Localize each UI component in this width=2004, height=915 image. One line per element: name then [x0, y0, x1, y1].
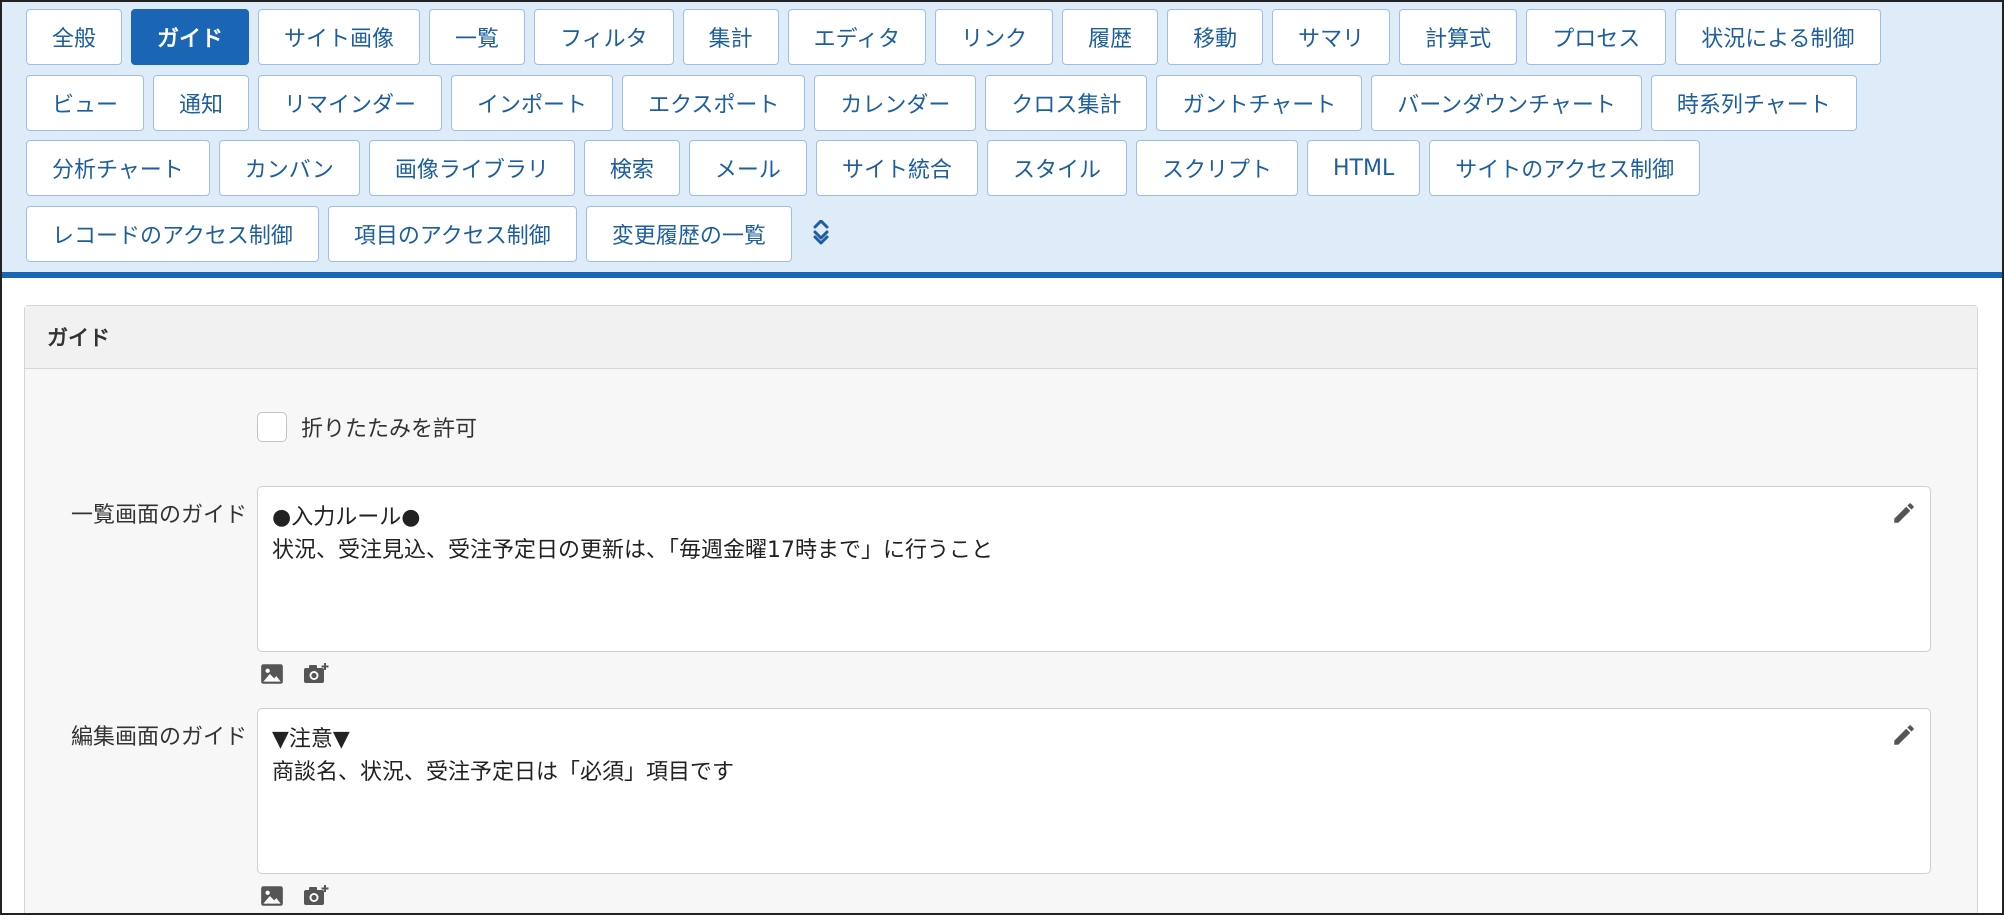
tab-row-1: 全般 ガイド サイト画像 一覧 フィルタ 集計 エディタ リンク 履歴 移動 サ…: [26, 9, 1881, 65]
tab-scripts[interactable]: スクリプト: [1135, 140, 1298, 196]
guide-panel: ガイド 折りたたみを許可 一覧画面のガイド ●入力ルール● 状況、受注見込、受注…: [24, 305, 1978, 913]
tab-status-controls[interactable]: 状況による制御: [1675, 9, 1881, 65]
allow-collapse-label: 折りたたみを許可: [301, 417, 478, 442]
tab-row-2: ビュー 通知 リマインダー インポート エクスポート カレンダー クロス集計 ガ…: [26, 75, 1857, 131]
tab-processes[interactable]: プロセス: [1526, 9, 1667, 65]
tab-html[interactable]: HTML: [1306, 140, 1421, 196]
pencil-icon[interactable]: [1891, 500, 1917, 526]
tab-search[interactable]: 検索: [583, 140, 680, 196]
tab-editor[interactable]: エディタ: [787, 9, 927, 65]
tab-filters[interactable]: フィルタ: [534, 9, 674, 65]
edit-guide-line-2: 商談名、状況、受注予定日は「必須」項目です: [272, 760, 735, 785]
settings-tab-bar: 全般 ガイド サイト画像 一覧 フィルタ 集計 エディタ リンク 履歴 移動 サ…: [2, 2, 2002, 278]
tab-links[interactable]: リンク: [935, 9, 1054, 65]
tab-row-3: 分析チャート カンバン 画像ライブラリ 検索 メール サイト統合 スタイル スク…: [26, 140, 1701, 196]
tab-import[interactable]: インポート: [451, 75, 614, 131]
edit-guide-label: 編集画面のガイド: [70, 725, 247, 750]
index-guide-line-2: 状況、受注見込、受注予定日の更新は、「毎週金曜17時まで」に行うこと: [272, 538, 993, 563]
tabs-collapse-button[interactable]: [801, 206, 841, 262]
tab-views[interactable]: ビュー: [26, 75, 145, 131]
index-guide-line-1: ●入力ルール●: [272, 505, 421, 530]
tab-kanban[interactable]: カンバン: [218, 140, 360, 196]
tab-histories[interactable]: 履歴: [1062, 9, 1159, 65]
tab-column-access-control[interactable]: 項目のアクセス制御: [327, 206, 577, 262]
camera-icon[interactable]: [303, 883, 329, 909]
tab-row-4: レコードのアクセス制御 項目のアクセス制御 変更履歴の一覧: [26, 206, 841, 262]
allow-collapse-checkbox[interactable]: [257, 412, 287, 442]
tab-guide[interactable]: ガイド: [131, 9, 250, 65]
tab-site-access-control[interactable]: サイトのアクセス制御: [1429, 140, 1701, 196]
tab-site-image[interactable]: サイト画像: [258, 9, 421, 65]
tab-image-library[interactable]: 画像ライブラリ: [368, 140, 575, 196]
tab-export[interactable]: エクスポート: [622, 75, 806, 131]
tab-styles[interactable]: スタイル: [986, 140, 1127, 196]
tab-site-integration[interactable]: サイト統合: [815, 140, 978, 196]
tab-grid[interactable]: 一覧: [429, 9, 526, 65]
tab-gantt[interactable]: ガントチャート: [1156, 75, 1363, 131]
tab-formulas[interactable]: 計算式: [1399, 9, 1518, 65]
tab-aggregations[interactable]: 集計: [682, 9, 779, 65]
tab-crosstab[interactable]: クロス集計: [985, 75, 1148, 131]
app-frame: 全般 ガイド サイト画像 一覧 フィルタ 集計 エディタ リンク 履歴 移動 サ…: [0, 0, 2004, 915]
tab-timeseries[interactable]: 時系列チャート: [1650, 75, 1857, 131]
edit-guide-textarea[interactable]: ▼注意▼ 商談名、状況、受注予定日は「必須」項目です: [257, 708, 1931, 874]
double-chevron-up-icon: [813, 220, 829, 245]
index-guide-attach-toolbar: [259, 661, 329, 687]
tab-analysis-chart[interactable]: 分析チャート: [26, 140, 210, 196]
tab-move[interactable]: 移動: [1167, 9, 1264, 65]
tab-notifications[interactable]: 通知: [153, 75, 250, 131]
image-icon[interactable]: [259, 883, 285, 909]
tab-mail[interactable]: メール: [688, 140, 807, 196]
pencil-icon[interactable]: [1891, 722, 1917, 748]
tab-burndown[interactable]: バーンダウンチャート: [1371, 75, 1642, 131]
allow-collapse-row: 折りたたみを許可: [257, 411, 477, 443]
index-guide-textarea[interactable]: ●入力ルール● 状況、受注見込、受注予定日の更新は、「毎週金曜17時まで」に行う…: [257, 486, 1931, 652]
tab-general[interactable]: 全般: [26, 9, 123, 65]
camera-icon[interactable]: [303, 661, 329, 687]
tab-reminders[interactable]: リマインダー: [258, 75, 443, 131]
tab-summaries[interactable]: サマリ: [1272, 9, 1391, 65]
tab-change-history-list[interactable]: 変更履歴の一覧: [585, 206, 792, 262]
image-icon[interactable]: [259, 661, 285, 687]
panel-title: ガイド: [25, 306, 1977, 369]
edit-guide-line-1: ▼注意▼: [272, 727, 350, 752]
index-guide-label: 一覧画面のガイド: [70, 503, 247, 528]
tab-record-access-control[interactable]: レコードのアクセス制御: [26, 206, 319, 262]
tab-calendar[interactable]: カレンダー: [814, 75, 977, 131]
edit-guide-attach-toolbar: [259, 883, 329, 909]
